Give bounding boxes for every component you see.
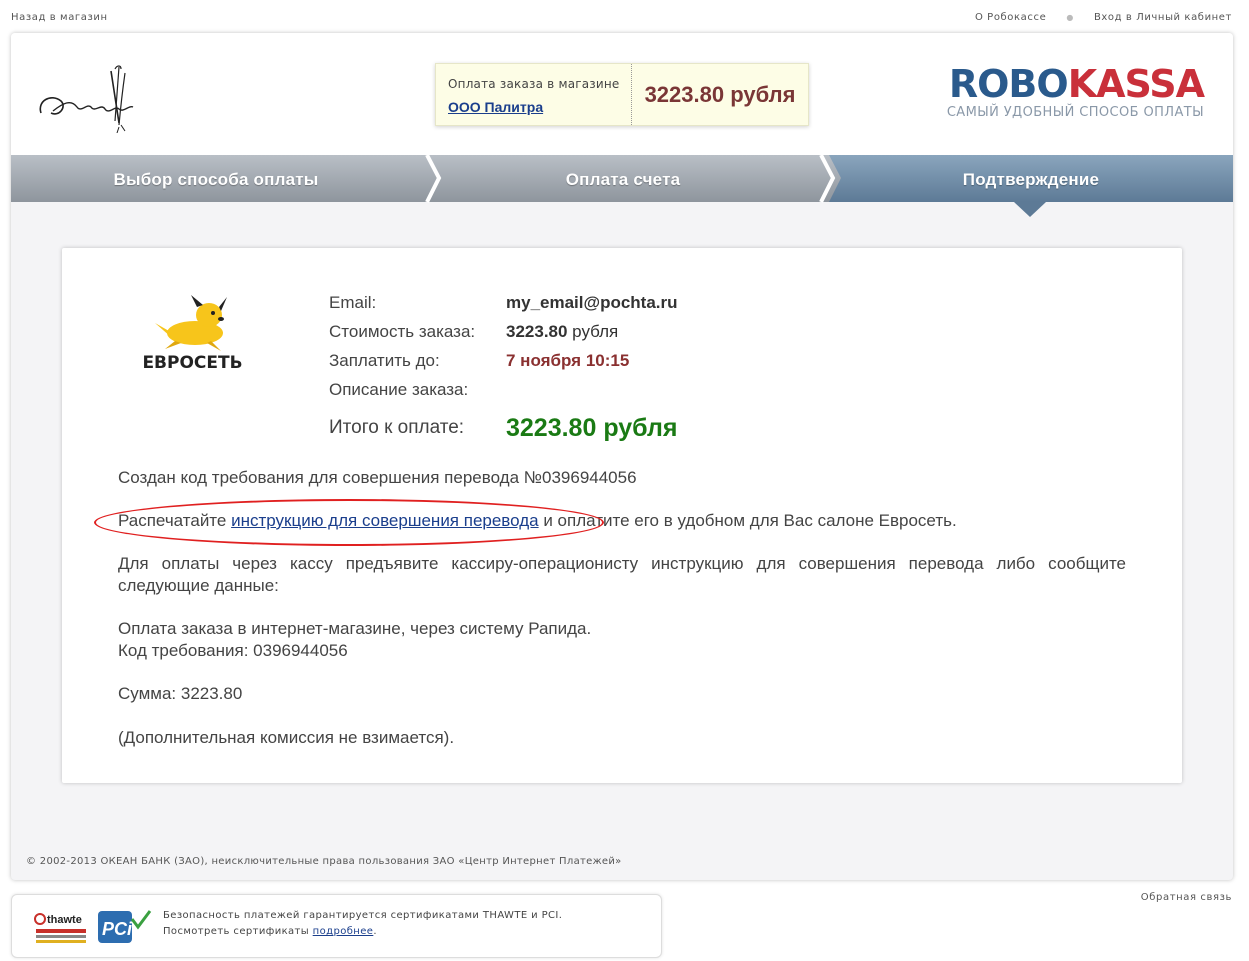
shop-name-link[interactable]: ООО Палитра xyxy=(448,99,543,115)
shop-logo xyxy=(39,65,134,133)
step-confirmation: Подтверждение xyxy=(962,170,1100,189)
deadline-row: Заплатить до: 7 ноября 10:15 xyxy=(329,346,678,375)
total-label: Итого к оплате: xyxy=(329,417,465,438)
robokassa-wordmark: ROBOKASSA xyxy=(948,62,1205,106)
description-row: Описание заказа: xyxy=(329,375,678,404)
security-text: Безопасность платежей гарантируется серт… xyxy=(163,908,562,940)
cashier-text: Для оплаты через кассу предъявите кассир… xyxy=(118,554,1126,595)
svg-text:thawte: thawte xyxy=(47,914,82,926)
security-certificates-icon: thawte PCi xyxy=(34,910,152,943)
separator-dot: ● xyxy=(1066,13,1074,22)
robokassa-tagline: САМЫЙ УДОБНЫЙ СПОСОБ ОПЛАТЫ xyxy=(946,105,1204,120)
top-bar: Назад в магазин О Робокассе ● Вход в Лич… xyxy=(0,0,1249,30)
email-value: my_email@pochta.ru xyxy=(506,292,678,312)
commission-line: (Дополнительная комиссия не взимается). xyxy=(118,728,455,747)
dog-icon xyxy=(155,295,227,351)
feedback-link[interactable]: Обратная связь xyxy=(1141,892,1232,903)
security-line-2: Посмотреть сертификаты подробнее. xyxy=(163,926,377,937)
cost-row: Стоимость заказа: 3223.80 рубля xyxy=(329,317,678,346)
order-summary-box: Оплата заказа в магазине ООО Палитра 322… xyxy=(435,63,809,126)
sum-line: Сумма: 3223.80 xyxy=(118,684,243,703)
step-pay-invoice: Оплата счета xyxy=(565,170,681,189)
copyright: © 2002-2013 ОКЕАН БАНК (ЗАО), неисключит… xyxy=(26,856,622,867)
order-amount: 3223.80 рубля xyxy=(644,81,796,107)
evroset-name: ЕВРОСЕТЬ xyxy=(142,353,243,373)
deadline-label: Заплатить до: xyxy=(329,350,440,370)
back-to-shop-link[interactable]: Назад в магазин xyxy=(11,12,108,23)
cost-label: Стоимость заказа: xyxy=(329,321,476,341)
code-line: Код требования: 0396944056 xyxy=(118,641,348,660)
progress-steps: Выбор способа оплаты Оплата счета Подтве… xyxy=(11,155,1233,217)
order-details: Email: my_email@pochta.ru Стоимость зака… xyxy=(329,288,678,450)
main-panel: Оплата заказа в магазине ООО Палитра 322… xyxy=(11,33,1233,880)
instruction-link[interactable]: инструкцию для совершения перевода xyxy=(231,511,539,530)
order-shop-info: Оплата заказа в магазине ООО Палитра xyxy=(436,64,632,125)
description-label: Описание заказа: xyxy=(329,379,469,399)
top-nav: О Робокассе ● Вход в Личный кабинет xyxy=(975,12,1232,23)
code-created-text: Создан код требования для совершения пер… xyxy=(118,468,637,487)
cost-value: 3223.80 рубля xyxy=(506,321,619,341)
total-value: 3223.80 рубля xyxy=(506,413,678,442)
security-line-1: Безопасность платежей гарантируется серт… xyxy=(163,910,563,921)
about-robokassa-link[interactable]: О Робокассе xyxy=(975,12,1046,23)
print-instruction-text: Распечатайте инструкцию для совершения п… xyxy=(118,511,957,530)
svg-text:PCi: PCi xyxy=(102,919,133,939)
confirmation-card: ЕВРОСЕТЬ Email: my_email@pochta.ru Стоим… xyxy=(62,248,1182,783)
certificates-more-link[interactable]: подробнее xyxy=(313,926,374,937)
payment-line: Оплата заказа в интернет-магазине, через… xyxy=(118,619,592,638)
step-choose-method: Выбор способа оплаты xyxy=(113,170,319,189)
robokassa-logo: ROBOKASSA САМЫЙ УДОБНЫЙ СПОСОБ ОПЛАТЫ xyxy=(946,62,1205,120)
email-row: Email: my_email@pochta.ru xyxy=(329,288,678,317)
deadline-value: 7 ноября 10:15 xyxy=(506,350,630,370)
total-row: Итого к оплате: 3223.80 рубля xyxy=(329,406,678,450)
order-caption: Оплата заказа в магазине xyxy=(448,77,620,91)
header: Оплата заказа в магазине ООО Палитра 322… xyxy=(11,33,1233,155)
evroset-logo: ЕВРОСЕТЬ xyxy=(135,293,250,378)
login-cabinet-link[interactable]: Вход в Личный кабинет xyxy=(1094,12,1232,23)
security-box: thawte PCi Безопасность платежей гаранти… xyxy=(11,894,662,958)
email-label: Email: xyxy=(329,292,377,312)
